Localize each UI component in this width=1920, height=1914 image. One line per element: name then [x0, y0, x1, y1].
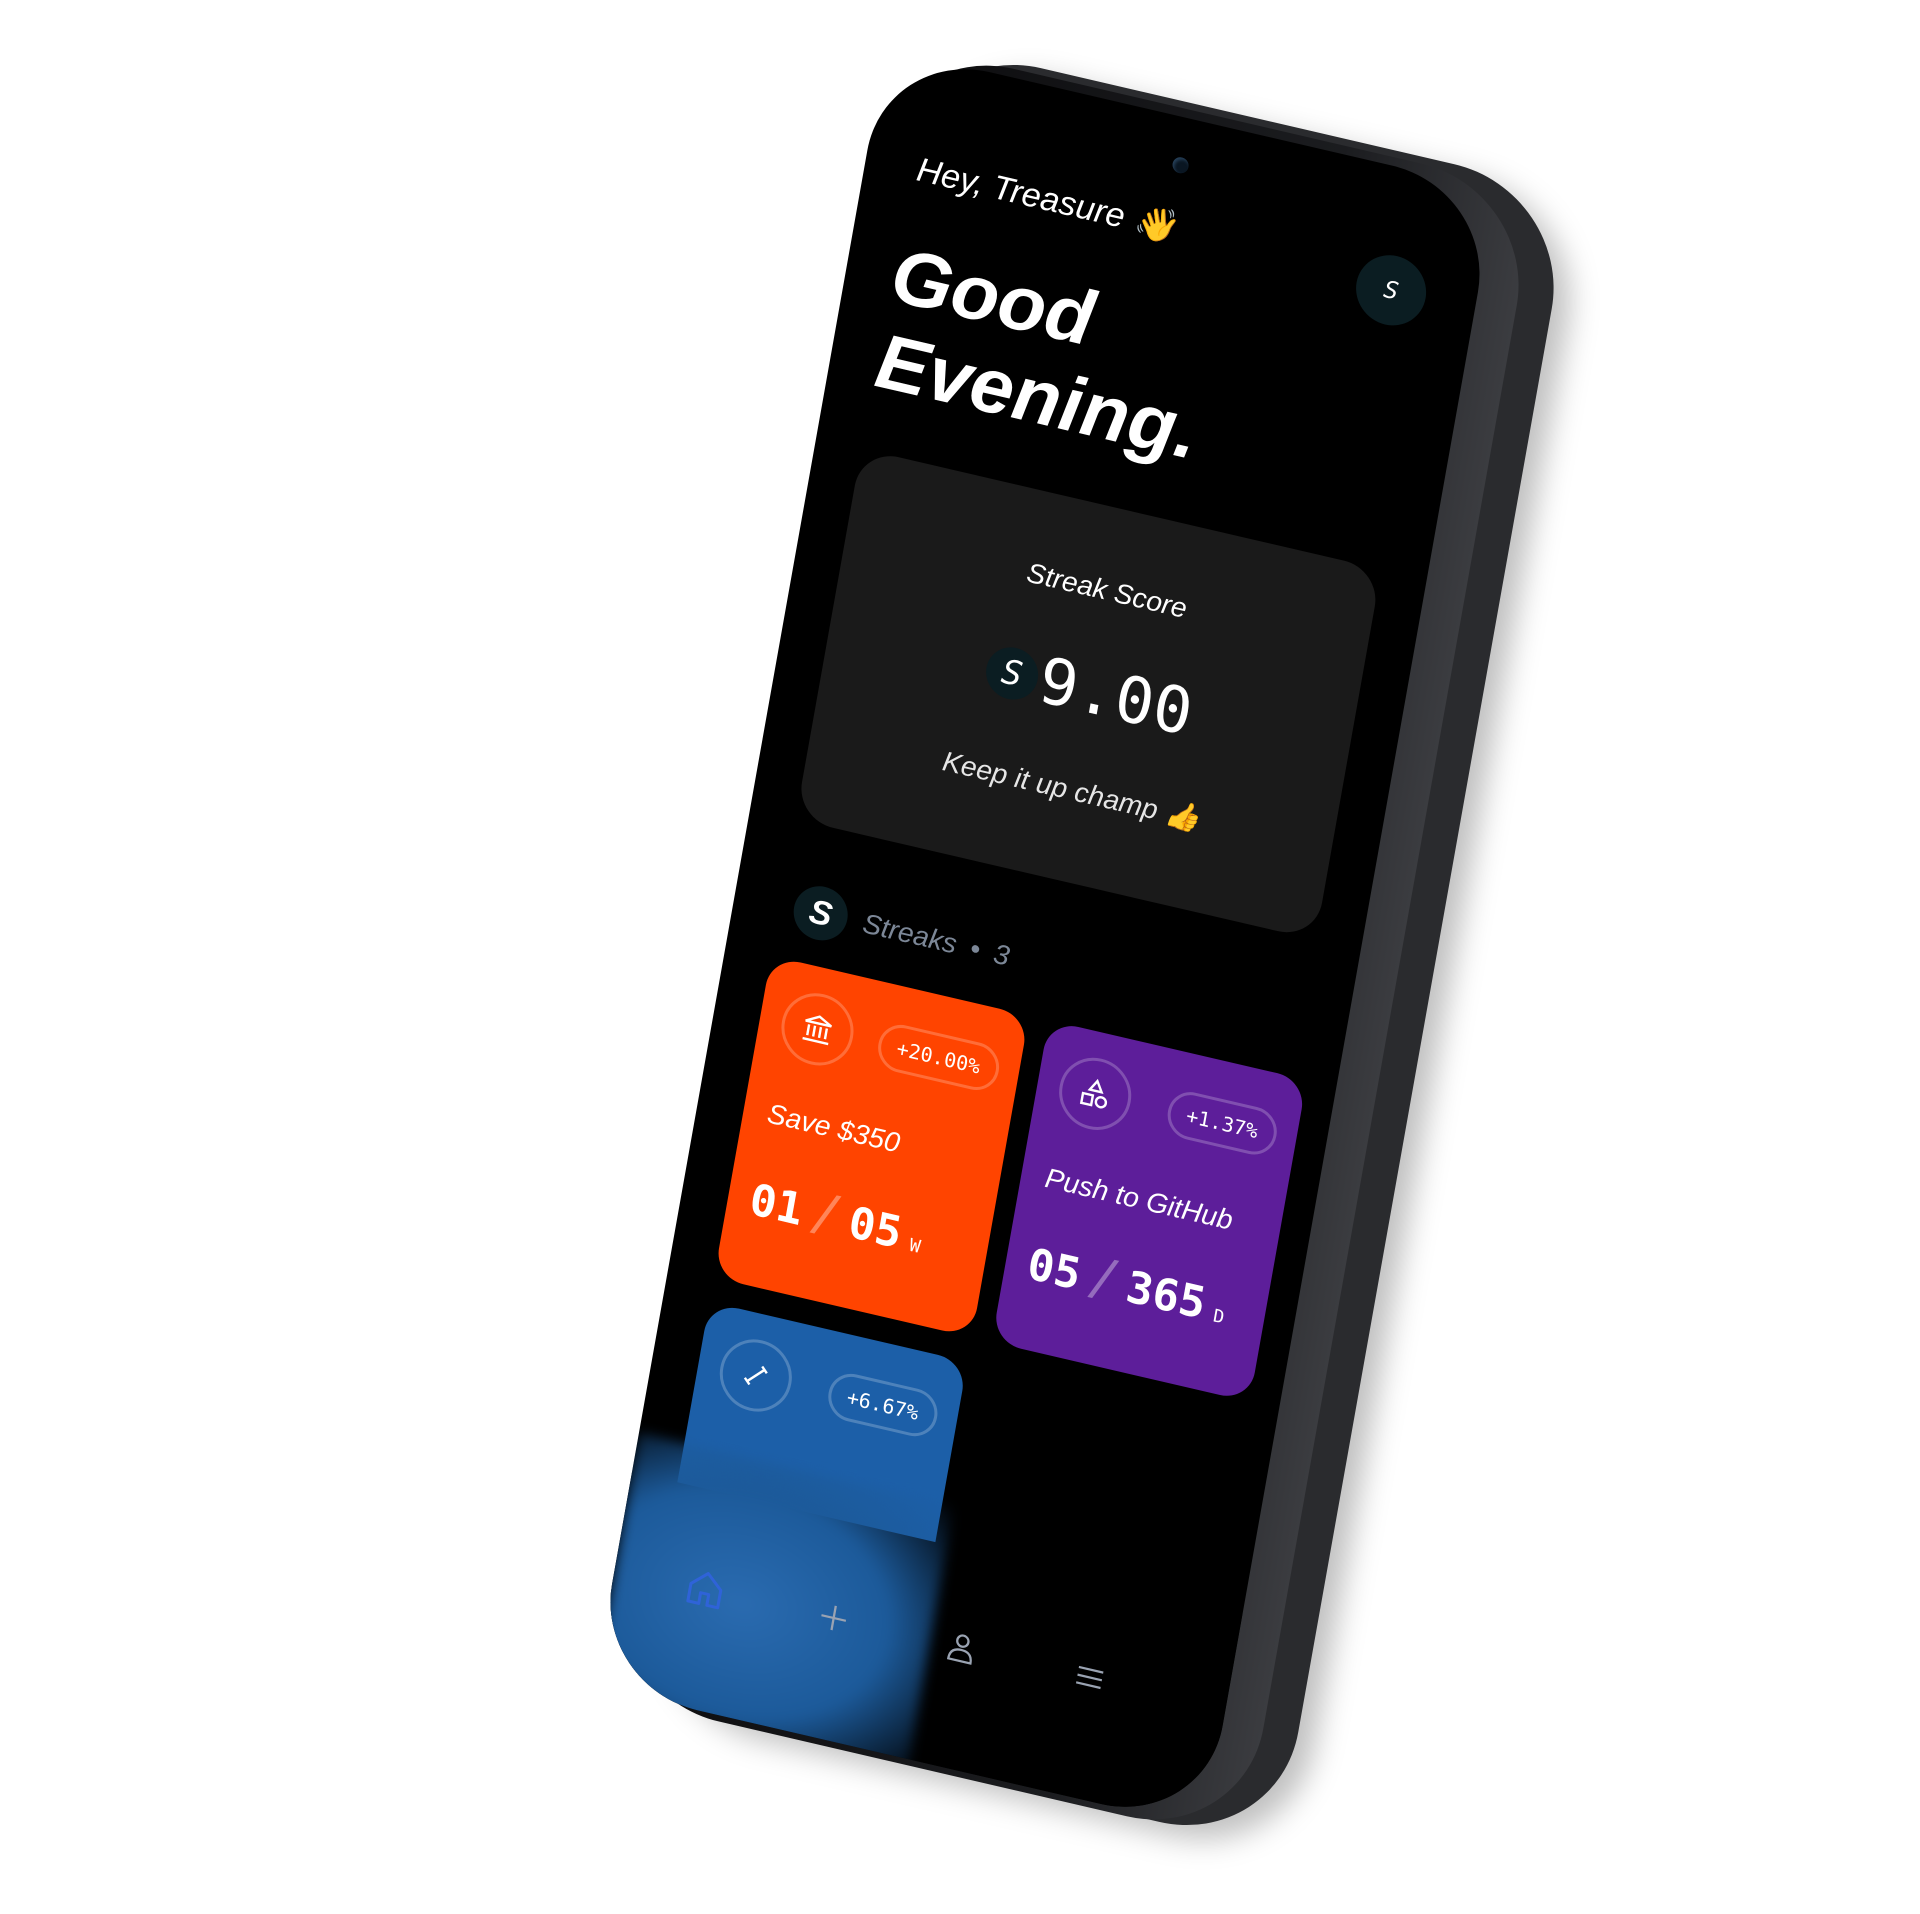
streak-score-card[interactable]: Streak Score S 9.00 Keep it up champ 👍 — [795, 448, 1382, 940]
streak-unit: W — [907, 1234, 923, 1258]
streak-current: 01 — [745, 1174, 807, 1237]
streaks-separator: • — [967, 932, 983, 965]
streaks-label: Streaks — [860, 907, 960, 960]
streaks-logo-icon: S — [789, 880, 852, 946]
streak-current: 05 — [1023, 1238, 1085, 1301]
dumbbell-icon — [714, 1332, 798, 1419]
bottom-nav — [593, 1432, 1243, 1828]
streak-divider: / — [1083, 1245, 1125, 1312]
profile-icon — [940, 1626, 982, 1673]
shapes-icon — [1053, 1050, 1137, 1138]
streak-score-amount: 9.00 — [1033, 643, 1198, 752]
bank-icon — [775, 986, 860, 1073]
coin-icon: S — [981, 642, 1043, 705]
nav-menu[interactable] — [1055, 1643, 1125, 1715]
home-icon — [679, 1562, 731, 1619]
streak-progress: 05 / 365 D — [1023, 1232, 1231, 1336]
streak-change-badge: +20.00% — [874, 1020, 1003, 1095]
streak-card-github[interactable]: +1.37% Push to GitHub 05 / 365 D — [991, 1020, 1307, 1402]
streak-progress: 01 / 05 W — [746, 1167, 928, 1265]
streak-change-badge: +6.67% — [824, 1368, 942, 1441]
nav-profile[interactable] — [927, 1614, 997, 1686]
greeting-text: Hey, Treasure 👋 — [914, 150, 1179, 248]
streak-title: Save $350 — [765, 1097, 903, 1159]
phone-screen: Hey, Treasure 👋 S Good Evening. Streak S… — [593, 48, 1497, 1828]
streak-total: 365 — [1122, 1261, 1210, 1330]
streaks-count: 3 — [991, 937, 1012, 972]
streak-change-badge: +1.37% — [1163, 1087, 1281, 1160]
menu-icon — [1068, 1656, 1110, 1703]
front-camera — [1171, 155, 1190, 175]
page-title: Good Evening. — [869, 230, 1206, 477]
streak-total: 05 — [844, 1197, 906, 1259]
plus-icon — [812, 1596, 854, 1643]
avatar[interactable]: S — [1350, 248, 1432, 333]
streak-divider: / — [805, 1181, 847, 1247]
streak-unit: D — [1211, 1305, 1226, 1329]
streak-title: Push to GitHub — [1042, 1162, 1236, 1236]
stage: Hey, Treasure 👋 S Good Evening. Streak S… — [0, 0, 1920, 1914]
streak-card-save[interactable]: +20.00% Save $350 01 / 05 W — [713, 955, 1030, 1338]
